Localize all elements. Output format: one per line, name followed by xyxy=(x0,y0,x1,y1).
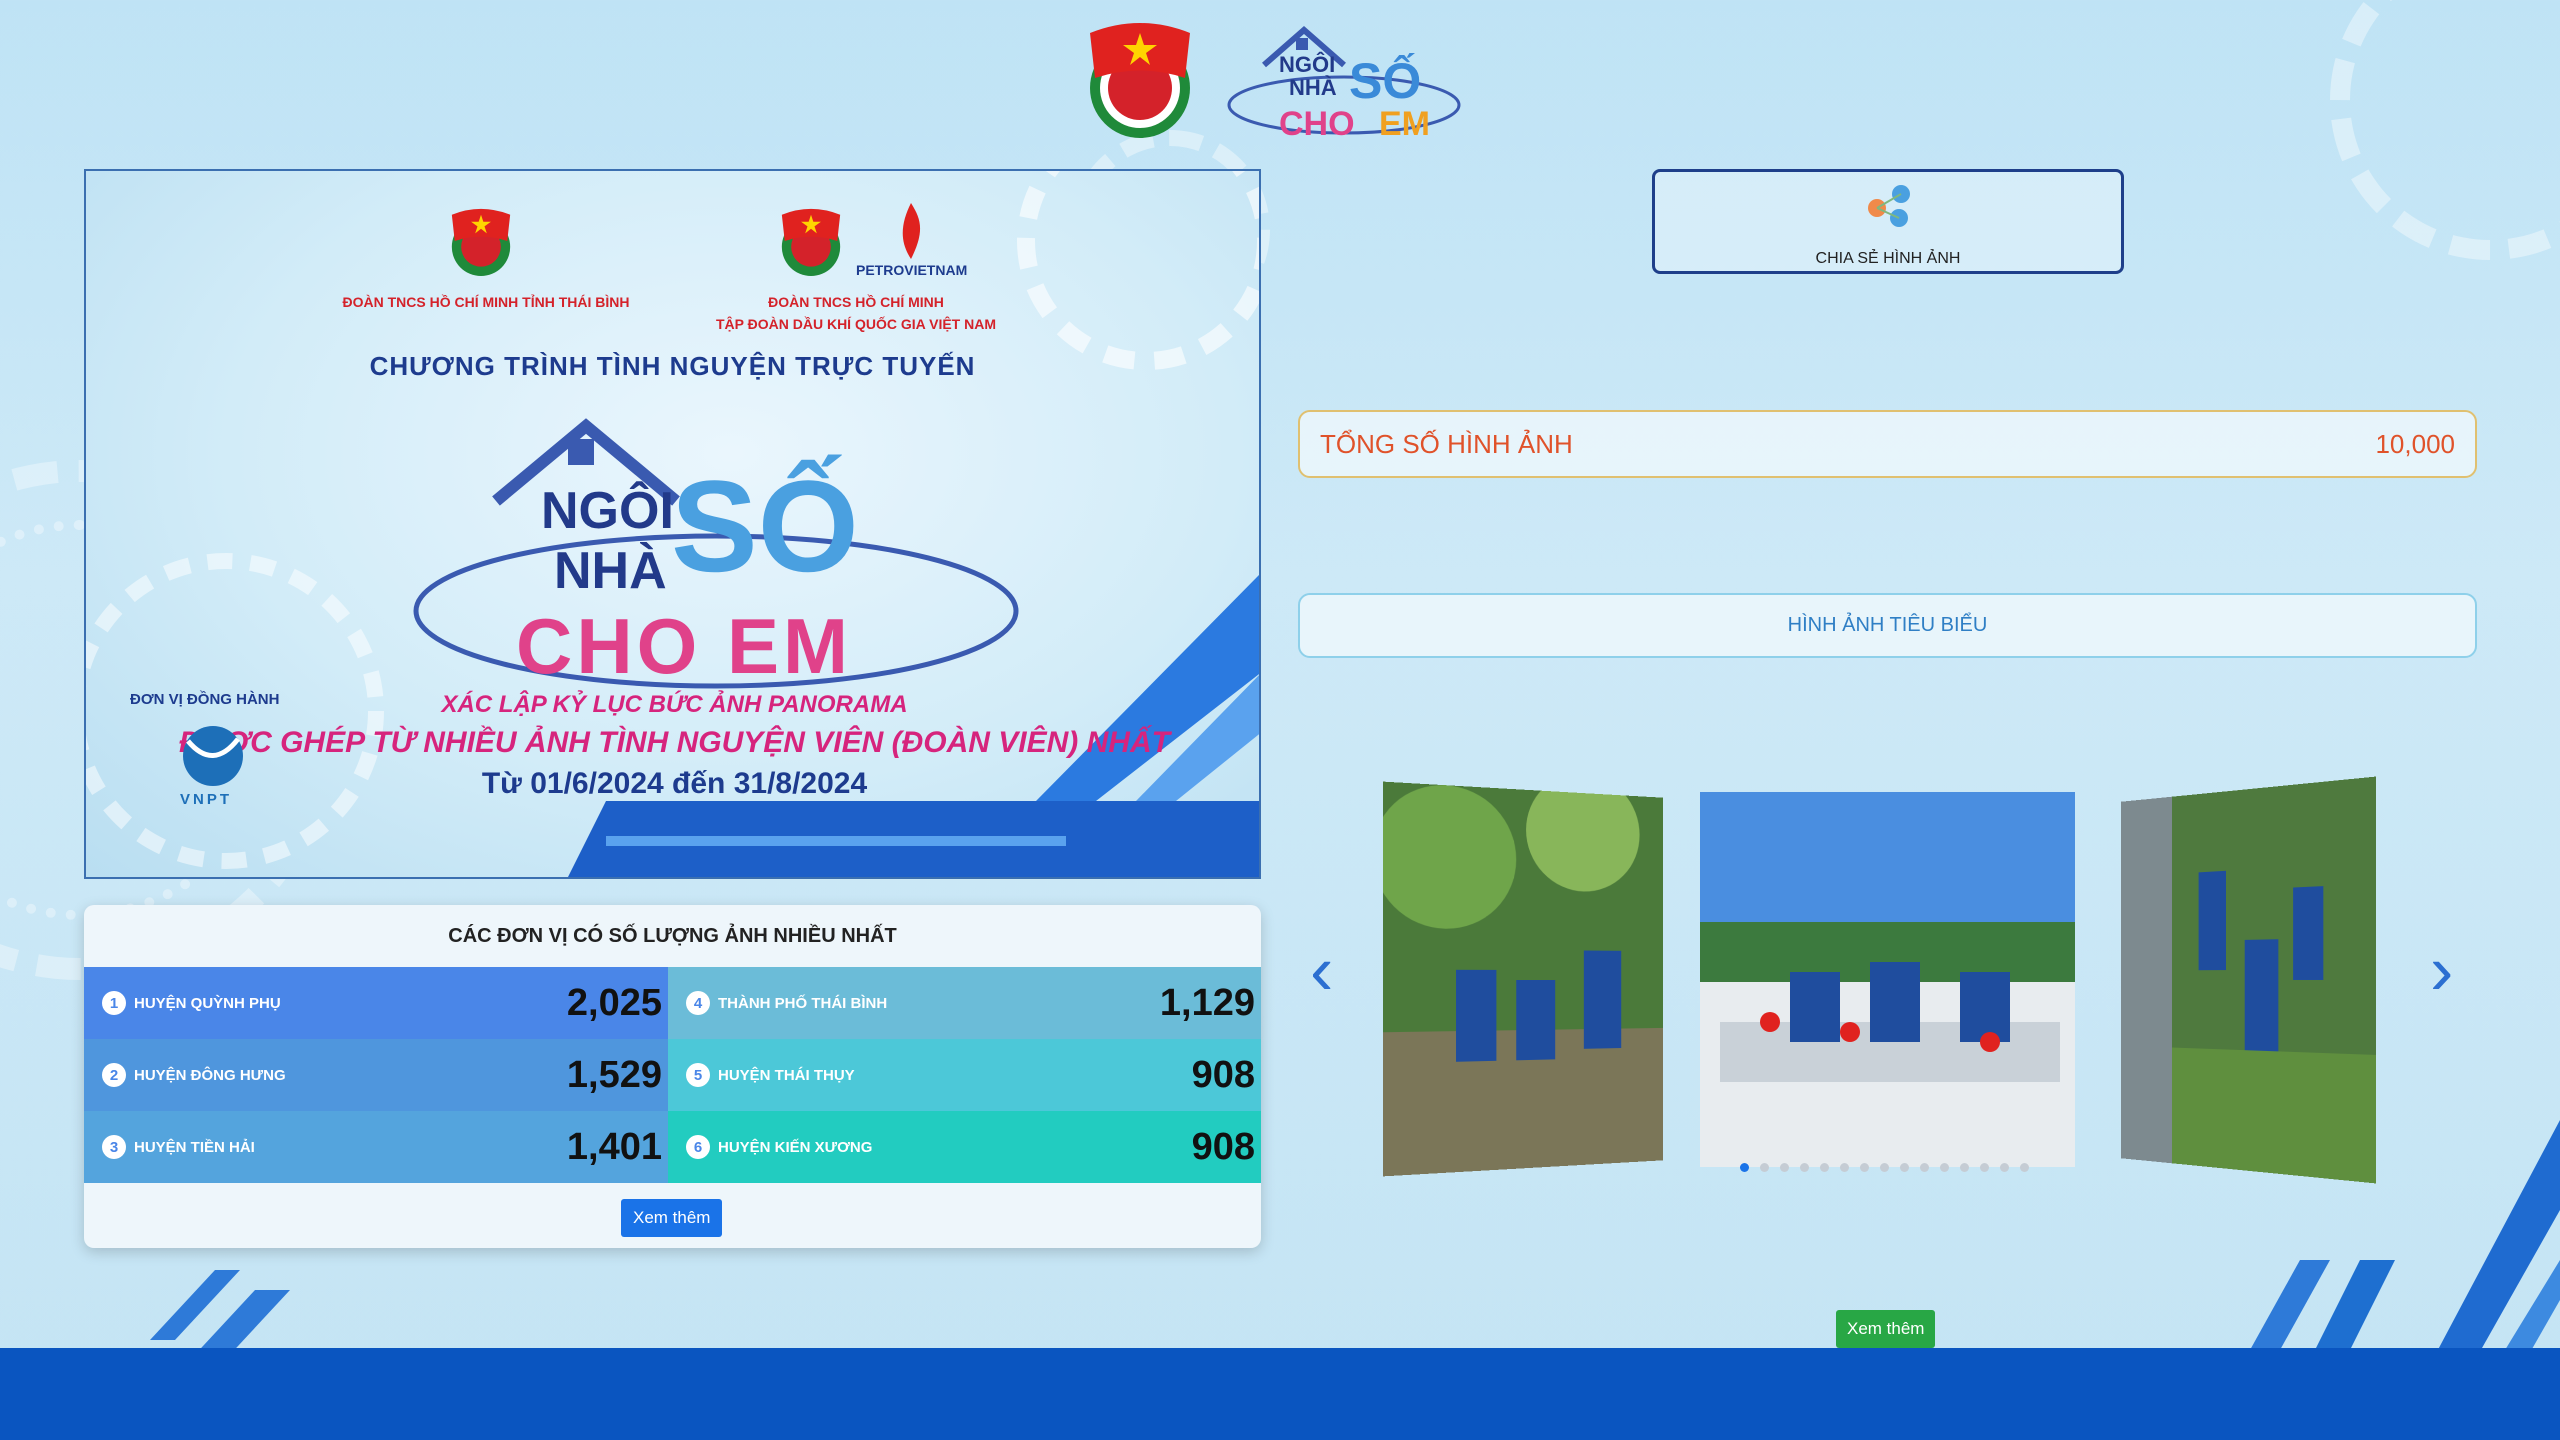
youth-union-logo-right xyxy=(781,208,841,276)
leaderboard-row-label: 2 HUYỆN ĐÔNG HƯNG xyxy=(102,1063,286,1087)
leaderboard-more-button[interactable]: Xem thêm xyxy=(621,1199,723,1237)
carousel-slide-center[interactable] xyxy=(1700,792,2075,1167)
share-people-icon xyxy=(1868,185,1910,227)
org-right-name-2: TẬP ĐOÀN DẦU KHÍ QUỐC GIA VIỆT NAM xyxy=(715,316,996,332)
campaign-banner: ĐOÀN TNCS HỒ CHÍ MINH TỈNH THÁI BÌNH PET… xyxy=(84,169,1261,879)
image-count: 908 xyxy=(1191,1125,1255,1168)
leaderboard-row-label: 5 HUYỆN THÁI THỤY xyxy=(686,1063,855,1087)
rank-number: 4 xyxy=(686,991,710,1015)
total-images-value: 10,000 xyxy=(2375,428,2455,459)
leaderboard-row: 2 HUYỆN ĐÔNG HƯNG 1,529 xyxy=(84,1039,668,1111)
org-right-name-1: ĐOÀN TNCS HỒ CHÍ MINH xyxy=(768,294,944,310)
svg-text:NHÀ: NHÀ xyxy=(1289,75,1337,100)
carousel-dot[interactable] xyxy=(1740,1163,1749,1172)
carousel-prev-arrow[interactable]: ‹ xyxy=(1310,935,1333,1005)
youth-union-logo-left xyxy=(451,208,511,276)
header-logos: NGÔI NHÀ SỐ CHO EM xyxy=(1080,10,1474,145)
carousel-slide-right[interactable] xyxy=(2120,776,2376,1184)
leaderboard-row-label: 1 HUYỆN QUỲNH PHỤ xyxy=(102,991,281,1015)
rank-number: 3 xyxy=(102,1135,126,1159)
carousel-dots xyxy=(1740,1163,2029,1172)
logo-cho-em-text: CHO EM xyxy=(516,602,852,690)
record-title-2: ĐƯỢC GHÉP TỪ NHIỀU ẢNH TÌNH NGUYỆN VIÊN … xyxy=(179,726,1170,759)
sponsor-label: ĐƠN VỊ ĐỒNG HÀNH xyxy=(130,691,280,708)
image-count: 1,129 xyxy=(1159,981,1255,1024)
carousel-dot[interactable] xyxy=(1920,1163,1929,1172)
logo-ngoi-text: NGÔI xyxy=(541,482,674,540)
leaderboard-row-label: 6 HUYỆN KIẾN XƯƠNG xyxy=(686,1135,872,1159)
youth-union-logo xyxy=(1090,22,1190,138)
logo-nha-text: NHÀ xyxy=(554,542,667,600)
carousel-dot[interactable] xyxy=(1980,1163,1989,1172)
campaign-dates: Từ 01/6/2024 đến 31/8/2024 xyxy=(481,767,868,800)
leaderboard-rows: 1 HUYỆN QUỲNH PHỤ 2,025 4 THÀNH PHỐ THÁI BÌN… xyxy=(84,967,1261,1183)
carousel-dot[interactable] xyxy=(1860,1163,1869,1172)
org-left-name: ĐOÀN TNCS HỒ CHÍ MINH TỈNH THÁI BÌNH xyxy=(342,294,630,310)
leaderboard-row: 5 HUYỆN THÁI THỤY 908 xyxy=(668,1039,1261,1111)
unit-name: THÀNH PHỐ THÁI BÌNH xyxy=(718,994,888,1012)
leaderboard-row: 4 THÀNH PHỐ THÁI BÌNH 1,129 xyxy=(668,967,1261,1039)
unit-name: HUYỆN ĐÔNG HƯNG xyxy=(134,1066,286,1084)
svg-text:CHO: CHO xyxy=(1279,105,1355,143)
featured-more-button[interactable]: Xem thêm xyxy=(1836,1310,1936,1348)
image-count: 1,401 xyxy=(566,1125,662,1168)
carousel-dot[interactable] xyxy=(1840,1163,1849,1172)
leaderboard-row-label: 3 HUYỆN TIỀN HẢI xyxy=(102,1135,255,1159)
carousel-dot[interactable] xyxy=(2020,1163,2029,1172)
leaderboard-title: CÁC ĐƠN VỊ CÓ SỐ LƯỢNG ẢNH NHIỀU NHẤT xyxy=(448,925,897,947)
carousel-dot[interactable] xyxy=(1760,1163,1769,1172)
image-count: 1,529 xyxy=(566,1053,662,1096)
carousel-dot[interactable] xyxy=(1940,1163,1949,1172)
logo-so-text: SỐ xyxy=(671,453,859,599)
svg-text:EM: EM xyxy=(1379,105,1430,143)
share-images-label: CHIA SẺ HÌNH ẢNH xyxy=(1815,250,1961,267)
leaderboard-row: 3 HUYỆN TIỀN HẢI 1,401 xyxy=(84,1111,668,1183)
featured-images-carousel: ‹ › xyxy=(1300,776,2475,1184)
carousel-next-arrow[interactable]: › xyxy=(2430,935,2453,1005)
leaderboard-row: 6 HUYỆN KIẾN XƯƠNG 908 xyxy=(668,1111,1261,1183)
leaderboard-row-label: 4 THÀNH PHỐ THÁI BÌNH xyxy=(686,991,887,1015)
carousel-slide-left[interactable] xyxy=(1382,781,1664,1177)
image-count: 908 xyxy=(1191,1053,1255,1096)
carousel-dot[interactable] xyxy=(1820,1163,1829,1172)
carousel-dot[interactable] xyxy=(1900,1163,1909,1172)
total-images-label: TỔNG SỐ HÌNH ẢNH xyxy=(1320,428,1573,459)
image-count: 2,025 xyxy=(566,981,662,1024)
featured-images-heading: HÌNH ẢNH TIÊU BIỂU xyxy=(1298,593,2477,658)
petrovietnam-flame-icon xyxy=(902,203,921,259)
leaderboard-card: CÁC ĐƠN VỊ CÓ SỐ LƯỢNG ẢNH NHIỀU NHẤT 1H… xyxy=(84,905,1261,1248)
carousel-dot[interactable] xyxy=(1800,1163,1809,1172)
rank-number: 1 xyxy=(102,991,126,1015)
share-images-button[interactable]: CHIA SẺ HÌNH ẢNH xyxy=(1652,169,2124,274)
carousel-dot[interactable] xyxy=(1880,1163,1889,1172)
unit-name: HUYỆN THÁI THỤY xyxy=(718,1066,855,1084)
carousel-dot[interactable] xyxy=(2000,1163,2009,1172)
unit-name: HUYỆN QUỲNH PHỤ xyxy=(134,994,281,1012)
program-title: CHƯƠNG TRÌNH TÌNH NGUYỆN TRỰC TUYẾN xyxy=(369,351,976,381)
sponsor-name: VNPT xyxy=(180,791,233,808)
svg-text:NGÔI: NGÔI xyxy=(1279,52,1335,77)
rank-number: 6 xyxy=(686,1135,710,1159)
total-images-panel: TỔNG SỐ HÌNH ẢNH 10,000 xyxy=(1298,410,2477,478)
footer-band xyxy=(0,1348,2560,1440)
rank-number: 5 xyxy=(686,1063,710,1087)
leaderboard-row: 1 HUYỆN QUỲNH PHỤ 2,025 xyxy=(84,967,668,1039)
petrovietnam-label: PETROVIETNAM xyxy=(856,262,968,278)
rank-number: 2 xyxy=(102,1063,126,1087)
ngoi-nha-so-logo: NGÔI NHÀ SỐ CHO EM xyxy=(1227,26,1461,143)
unit-name: HUYỆN KIẾN XƯƠNG xyxy=(718,1138,873,1156)
carousel-dot[interactable] xyxy=(1780,1163,1789,1172)
svg-text:SỐ: SỐ xyxy=(1349,52,1421,109)
vnpt-logo-icon xyxy=(183,726,243,786)
unit-name: HUYỆN TIỀN HẢI xyxy=(134,1138,255,1156)
carousel-dot[interactable] xyxy=(1960,1163,1969,1172)
